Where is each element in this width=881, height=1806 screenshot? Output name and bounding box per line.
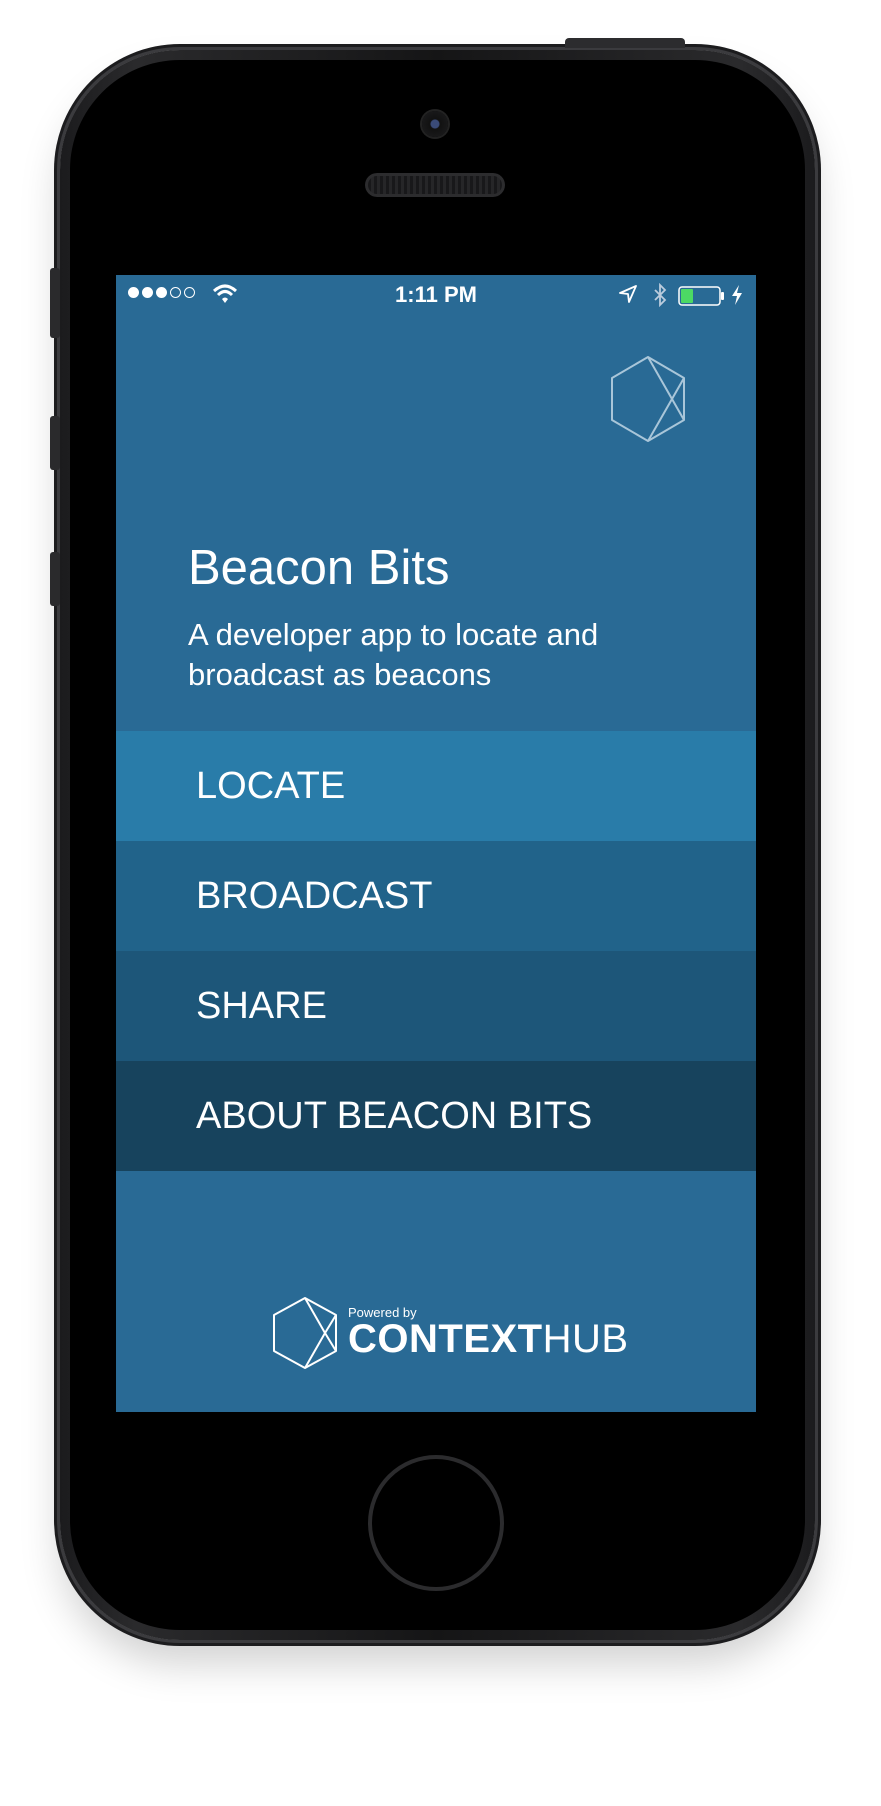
menu-item-label: ABOUT BEACON BITS — [196, 1094, 593, 1137]
app-screen: 1:11 PM Beacon Bits A developer app to l… — [116, 275, 756, 1412]
charging-icon — [732, 285, 742, 305]
app-subtitle: A developer app to locate and broadcast … — [188, 617, 599, 692]
menu-item-label: LOCATE — [196, 764, 346, 807]
menu-item-about[interactable]: ABOUT BEACON BITS — [116, 1061, 756, 1171]
contexthub-wordmark: CONTEXTHUB — [348, 1317, 629, 1362]
brand-bold: CONTEXT — [348, 1317, 543, 1361]
volume-down-button — [50, 552, 60, 606]
contexthub-hexagon-icon — [273, 1297, 337, 1369]
home-button[interactable] — [368, 1455, 504, 1591]
brand-light: HUB — [542, 1317, 629, 1361]
menu-item-locate[interactable]: LOCATE — [116, 731, 756, 841]
menu-item-label: SHARE — [196, 984, 327, 1027]
mute-switch — [50, 268, 60, 338]
earpiece-speaker — [365, 173, 505, 197]
app-title: Beacon Bits — [188, 541, 450, 595]
status-bar: 1:11 PM — [116, 275, 756, 315]
menu-item-label: BROADCAST — [196, 874, 433, 917]
volume-up-button — [50, 416, 60, 470]
menu-item-broadcast[interactable]: BROADCAST — [116, 841, 756, 951]
hexagon-logo-icon — [611, 356, 685, 442]
menu-item-share[interactable]: SHARE — [116, 951, 756, 1061]
power-button — [565, 38, 685, 48]
main-menu: LOCATE BROADCAST SHARE ABOUT BEACON BITS — [116, 731, 756, 1171]
location-arrow-icon — [619, 285, 637, 303]
bluetooth-icon — [654, 283, 667, 307]
battery-icon — [678, 286, 724, 306]
powered-by-contexthub[interactable]: Powered by CONTEXTHUB — [270, 1295, 628, 1375]
front-camera — [422, 111, 448, 137]
